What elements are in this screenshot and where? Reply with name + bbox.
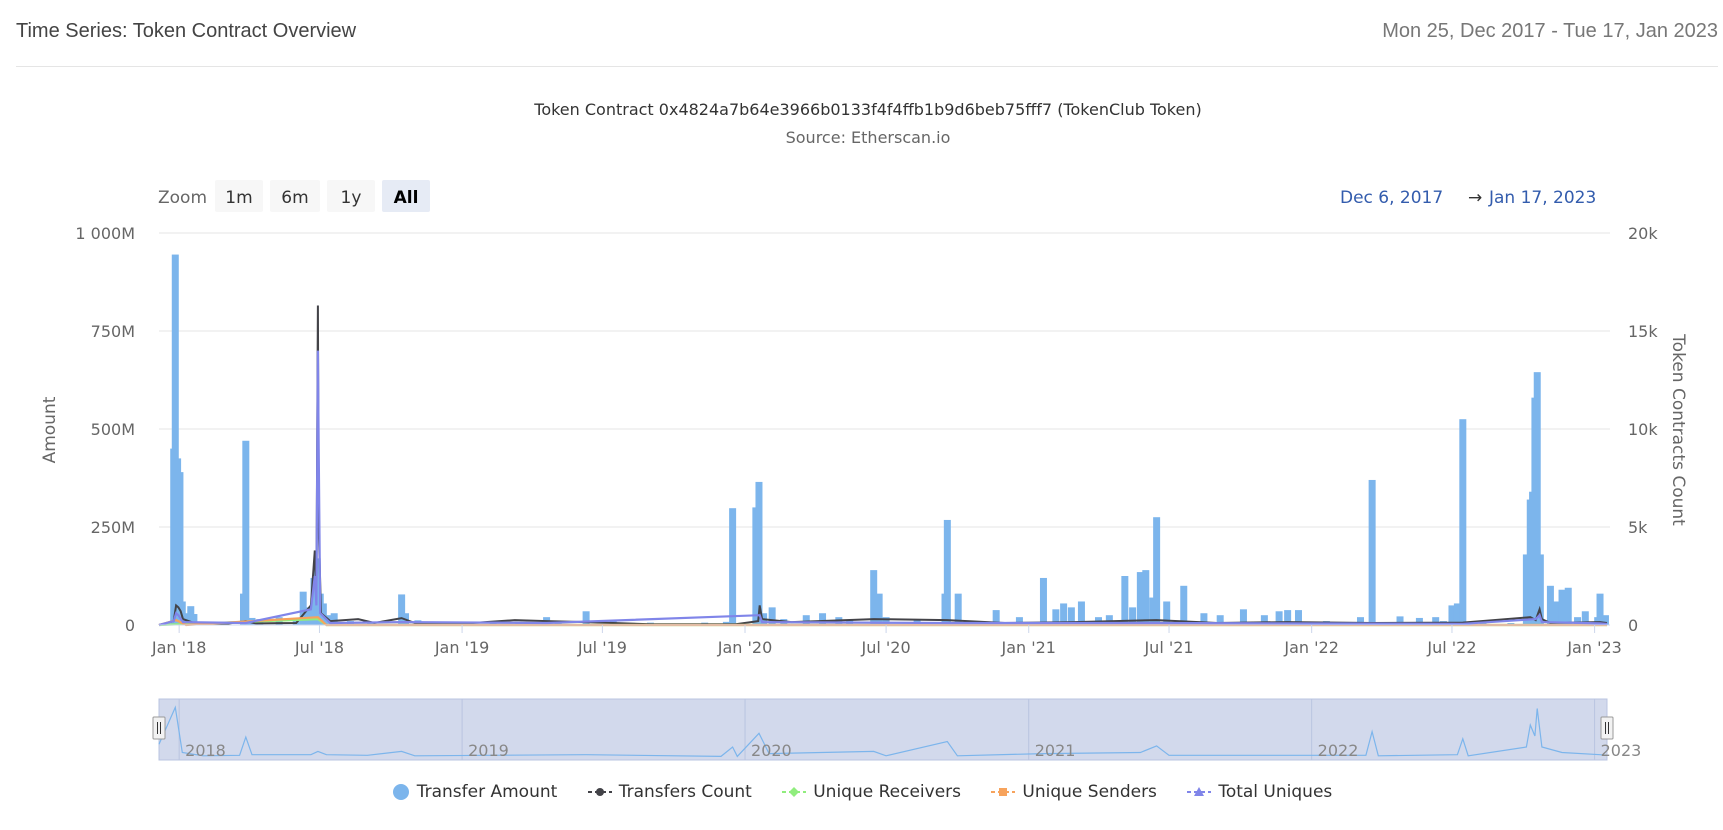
zoom-button-1y-label: 1y [341, 188, 362, 208]
legend-item-transfer-amount[interactable]: Transfer Amount [391, 782, 558, 802]
zoom-button-6m[interactable]: 6m [270, 180, 320, 212]
legend-symbol-line-circle-icon [587, 788, 612, 796]
bar [1459, 419, 1467, 625]
bar [1564, 587, 1572, 625]
y-tick-label: 750M [91, 322, 135, 341]
navigator-year-label: 2021 [1035, 741, 1076, 760]
legend-label: Total Uniques [1218, 782, 1333, 802]
legend-symbol-circle-icon [392, 784, 409, 800]
y-tick-label: 500M [91, 420, 135, 439]
legend-label: Unique Senders [1022, 782, 1157, 802]
legend-label: Transfer Amount [416, 782, 558, 802]
bar [1039, 577, 1047, 625]
navigator-year-label: 2018 [185, 741, 226, 760]
x-tick-label: Jan '23 [1566, 638, 1622, 657]
x-tick-label: Jan '22 [1283, 638, 1339, 657]
x-tick-label: Jul '18 [294, 638, 344, 657]
y2-axis-title: Token Contracts Count [1668, 333, 1688, 526]
bar [802, 615, 810, 625]
zoom-button-all-label: All [394, 188, 419, 208]
y-axis-ticks: 0 250M 500M 750M 1 000M [75, 224, 135, 635]
navigator[interactable]: 2018 2019 2020 2021 2022 2023 [152, 698, 1642, 761]
bar [729, 508, 737, 625]
y2-axis-ticks: 0 5k 10k 15k 20k [1628, 224, 1658, 635]
range-arrow: → [1468, 188, 1482, 208]
bar [875, 593, 883, 625]
y-tick-label: 0 [125, 616, 135, 635]
y2-tick-label: 20k [1628, 224, 1658, 243]
bar [1558, 589, 1566, 625]
navigator-year-label: 2022 [1318, 741, 1359, 760]
range-from-input[interactable]: Dec 6, 2017 [1340, 188, 1443, 208]
x-axis-ticks: Jan '18 Jul '18 Jan '19 Jul '19 Jan '20 Jul '… [151, 625, 1622, 657]
legend-label: Transfers Count [618, 782, 752, 802]
zoom-button-6m-label: 6m [281, 188, 308, 208]
legend: Transfer Amount Transfers Count Unique R… [0, 782, 1723, 802]
legend-item-unique-receivers[interactable]: Unique Receivers [781, 782, 961, 802]
legend-symbol-line-square-icon [991, 788, 1016, 796]
legend-label: Unique Receivers [813, 782, 962, 802]
bar [1368, 479, 1376, 625]
series-line [158, 350, 1608, 627]
x-tick-label: Jan '18 [151, 638, 207, 657]
x-tick-label: Jan '19 [434, 638, 490, 657]
legend-symbol-line-triangle-icon [1187, 787, 1212, 796]
zoom-button-1y[interactable]: 1y [327, 180, 375, 212]
y2-tick-label: 10k [1628, 420, 1658, 439]
series-line [158, 305, 1608, 626]
legend-item-total-uniques[interactable]: Total Uniques [1186, 782, 1332, 802]
y2-tick-label: 0 [1628, 616, 1638, 635]
chart-title: Token Contract 0x4824a7b64e3966b0133f4f4… [533, 100, 1201, 119]
zoom-button-1m-label: 1m [225, 188, 252, 208]
bar [943, 519, 951, 625]
series-lines [158, 305, 1608, 627]
y2-tick-label: 15k [1628, 322, 1658, 341]
x-tick-label: Jul '21 [1143, 638, 1193, 657]
bar [1153, 517, 1161, 625]
legend-item-unique-senders[interactable]: Unique Senders [990, 782, 1157, 802]
legend-item-transfers-count[interactable]: Transfers Count [587, 782, 752, 802]
navigator-year-label: 2020 [751, 741, 792, 760]
range-to-input[interactable]: Jan 17, 2023 [1488, 188, 1596, 208]
x-tick-label: Jan '20 [717, 638, 773, 657]
x-tick-label: Jul '22 [1426, 638, 1476, 657]
bar [242, 440, 250, 625]
x-tick-label: Jan '21 [1000, 638, 1056, 657]
navigator-background [158, 698, 1608, 761]
y-tick-label: 1 000M [75, 224, 135, 243]
x-tick-label: Jul '20 [861, 638, 911, 657]
transfer-amount-bars [170, 254, 1609, 625]
chart-svg: Token Contract 0x4824a7b64e3966b0133f4f4… [40, 100, 1688, 761]
bar [1180, 585, 1188, 625]
y-tick-label: 250M [91, 518, 135, 537]
navigator-year-label: 2019 [468, 741, 509, 760]
zoom-label: Zoom [158, 188, 207, 208]
gridlines [159, 232, 1610, 528]
bar [755, 481, 763, 625]
legend-symbol-line-diamond-icon [782, 787, 807, 797]
zoom-button-1m[interactable]: 1m [215, 180, 263, 212]
navigator-handle-right[interactable] [1600, 716, 1614, 740]
navigator-year-label: 2023 [1601, 741, 1642, 760]
y2-tick-label: 5k [1628, 518, 1648, 537]
bar [1121, 576, 1129, 625]
x-tick-label: Jul '19 [577, 638, 627, 657]
navigator-handle-left[interactable] [152, 716, 166, 740]
bar [1142, 570, 1150, 625]
y-axis-title: Amount [40, 396, 60, 463]
zoom-button-all[interactable]: All [382, 180, 430, 212]
chart-subtitle: Source: Etherscan.io [786, 128, 951, 147]
